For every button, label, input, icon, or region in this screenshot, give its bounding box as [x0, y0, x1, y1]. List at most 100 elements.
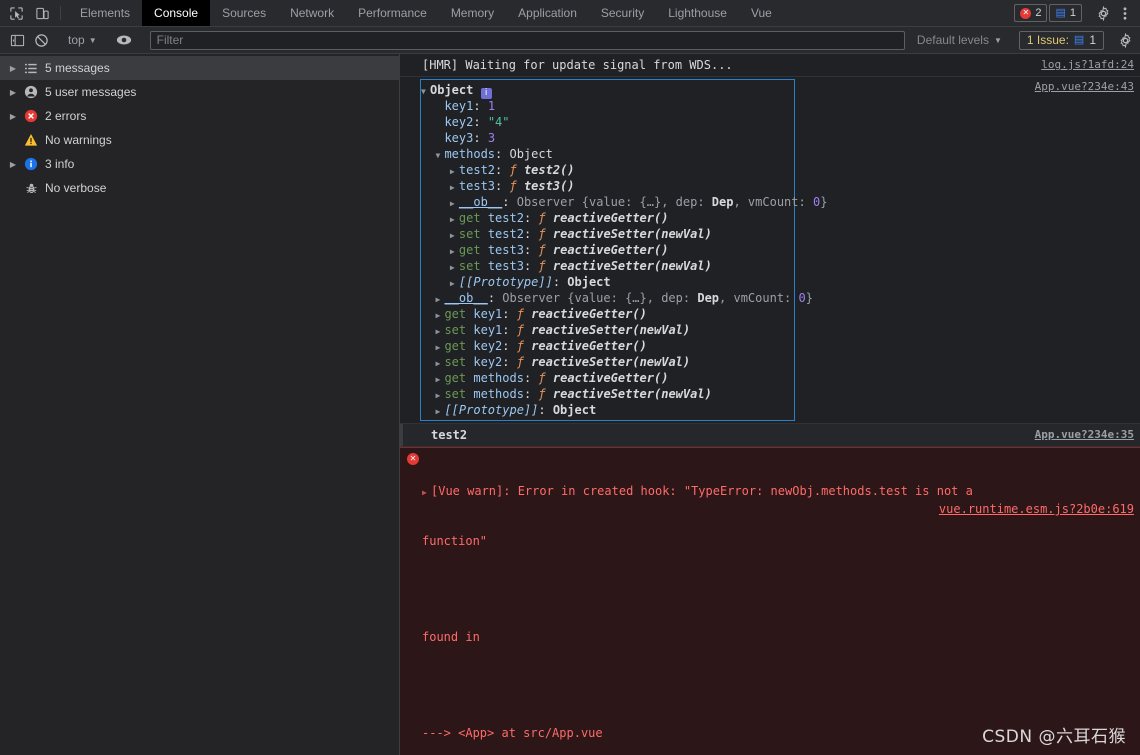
tab-sources[interactable]: Sources	[210, 0, 278, 26]
message-count-badge[interactable]: ▤ 1	[1049, 4, 1082, 22]
property-value: reactiveGetter()	[545, 211, 669, 225]
chevron-right-icon[interactable]: ▶	[6, 88, 20, 97]
property-value: Object	[509, 147, 553, 161]
function-glyph-icon: ƒ	[538, 227, 546, 241]
sidebar-item-user-messages[interactable]: ▶ 5 user messages	[0, 80, 399, 104]
property-key: __ob__	[458, 195, 503, 209]
property-value: "4"	[487, 115, 510, 129]
object-tree-row[interactable]: ▶ [[Prototype]]: Object	[421, 274, 794, 290]
tab-console[interactable]: Console	[142, 0, 211, 26]
object-tree-row[interactable]: ▶ set test3: ƒ reactiveSetter(newVal)	[421, 258, 794, 274]
sidebar-item-label: 2 errors	[45, 109, 87, 123]
key-separator: :	[502, 339, 517, 353]
console-message-object[interactable]: App.vue?234e:43 ▼ Object i key1: 1 key2: …	[400, 77, 1140, 424]
sidebar-item-warnings[interactable]: No warnings	[0, 128, 399, 152]
object-tree-row[interactable]: ▶ get test2: ƒ reactiveGetter()	[421, 210, 794, 226]
sidebar-item-info[interactable]: ▶ 3 info	[0, 152, 399, 176]
sidebar-item-errors[interactable]: ▶ 2 errors	[0, 104, 399, 128]
property-value: reactiveGetter()	[523, 307, 647, 321]
property-value: reactiveGetter()	[545, 243, 669, 257]
tab-label: Network	[290, 6, 335, 20]
sidebar-item-messages[interactable]: ▶ 5 messages	[0, 56, 399, 80]
object-tree-row[interactable]: ▶ set key1: ƒ reactiveSetter(newVal)	[421, 322, 794, 338]
vue-warn-first-line: ▶ [Vue warn]: Error in created hook: "Typ…	[422, 483, 1134, 516]
devtools-tabbar: Elements Console Sources Network Perform…	[0, 0, 1140, 27]
object-tree-row[interactable]: key1: 1	[421, 98, 794, 114]
error-count-badge[interactable]: ✕ 2	[1014, 4, 1048, 22]
property-key: key2	[444, 115, 474, 129]
chevron-right-icon[interactable]: ▶	[6, 112, 20, 121]
source-link[interactable]: App.vue?234e:35	[1035, 427, 1134, 443]
property-key: test3	[487, 243, 524, 257]
vue-warn-line	[422, 677, 1134, 693]
accessor-keyword: set	[458, 259, 481, 273]
live-expression-eye-icon[interactable]	[113, 29, 135, 51]
object-tree-row[interactable]: ▶ __ob__: Observer {value: {…}, dep: Dep,…	[421, 290, 813, 306]
console-settings-gear-icon[interactable]	[1115, 30, 1135, 50]
error-count-label: 2	[1035, 7, 1042, 19]
property-key: methods	[473, 387, 524, 401]
property-value: test2()	[516, 163, 575, 177]
source-link[interactable]: App.vue?234e:43	[1035, 79, 1134, 95]
object-tree-row[interactable]: ▼ methods: Object	[421, 146, 794, 162]
object-tree-row[interactable]: ▶ __ob__: Observer {value: {…}, dep: Dep,…	[421, 194, 828, 210]
more-options-kebab-icon[interactable]	[1115, 3, 1135, 23]
tab-label: Console	[154, 6, 199, 20]
tab-memory[interactable]: Memory	[439, 0, 506, 26]
object-tree-row[interactable]: ▶ set methods: ƒ reactiveSetter(newVal)	[421, 386, 794, 402]
sidebar-item-label: No warnings	[45, 133, 112, 147]
object-tree-row[interactable]: ▶ get key2: ƒ reactiveGetter()	[421, 338, 794, 354]
vue-warn-line: found in	[422, 630, 480, 644]
object-tree-root[interactable]: ▼ Object i	[421, 82, 794, 99]
settings-gear-icon[interactable]	[1093, 3, 1113, 23]
tab-vue[interactable]: Vue	[739, 0, 784, 26]
filter-input[interactable]	[149, 30, 905, 50]
tab-label: Sources	[222, 6, 267, 20]
console-group-header[interactable]: test2 App.vue?234e:35	[400, 424, 1140, 447]
tab-lighthouse[interactable]: Lighthouse	[656, 0, 739, 26]
device-toolbar-icon[interactable]	[34, 5, 51, 22]
message-count-label: 1	[1069, 7, 1076, 19]
object-tree-row[interactable]: ▶ test3: ƒ test3()	[421, 178, 794, 194]
tab-network[interactable]: Network	[278, 0, 346, 26]
object-tree-row[interactable]: key3: 3	[421, 130, 794, 146]
property-key: test2	[487, 211, 524, 225]
tab-performance[interactable]: Performance	[346, 0, 439, 26]
log-levels-selector[interactable]: Default levels ▼	[913, 33, 1006, 47]
object-tree-row[interactable]: ▶ test2: ƒ test2()	[421, 162, 794, 178]
object-tree-row[interactable]: key2: "4"	[421, 114, 794, 130]
user-icon	[20, 85, 42, 99]
tab-application[interactable]: Application	[506, 0, 589, 26]
tabbar-divider	[60, 6, 61, 20]
console-message-list[interactable]: [HMR] Waiting for update signal from WDS…	[400, 54, 1140, 755]
issues-badge[interactable]: 1 Issue: ▤ 1	[1018, 30, 1104, 50]
source-link[interactable]: log.js?1afd:24	[1041, 57, 1134, 73]
console-message-vue-warn[interactable]: ✕ ▶ [Vue warn]: Error in created hook: "T…	[400, 447, 1140, 755]
toggle-console-sidebar-icon[interactable]	[6, 29, 28, 51]
property-key: methods	[473, 371, 524, 385]
object-tree-row[interactable]: ▶ get key1: ƒ reactiveGetter()	[421, 306, 794, 322]
object-tree-row[interactable]: ▶ set test2: ƒ reactiveSetter(newVal)	[421, 226, 794, 242]
property-key: test2	[487, 227, 524, 241]
execution-context-selector[interactable]: top ▼	[63, 30, 102, 50]
object-tree-row[interactable]: ▶ get test3: ƒ reactiveGetter()	[421, 242, 794, 258]
source-link[interactable]: vue.runtime.esm.js?2b0e:619	[939, 501, 1134, 517]
key-separator: :	[538, 403, 553, 417]
chevron-right-icon[interactable]: ▶	[422, 485, 431, 501]
chevron-right-icon[interactable]: ▶	[6, 64, 20, 73]
watermark-text: CSDN @六耳石猴	[982, 727, 1126, 747]
tab-security[interactable]: Security	[589, 0, 656, 26]
object-tree-row[interactable]: ▶ get methods: ƒ reactiveGetter()	[421, 370, 794, 386]
chevron-right-icon[interactable]: ▶	[6, 160, 20, 169]
key-separator: :	[502, 323, 517, 337]
object-tree-row[interactable]: ▶ [[Prototype]]: Object	[421, 402, 794, 418]
property-value: test3()	[516, 179, 575, 193]
inspect-element-icon[interactable]	[8, 5, 25, 22]
clear-console-icon[interactable]	[30, 29, 52, 51]
sidebar-item-verbose[interactable]: No verbose	[0, 176, 399, 200]
key-separator: :	[473, 99, 488, 113]
console-message-hmr[interactable]: [HMR] Waiting for update signal from WDS…	[400, 54, 1140, 77]
object-tree-row[interactable]: ▶ set key2: ƒ reactiveSetter(newVal)	[421, 354, 794, 370]
tab-elements[interactable]: Elements	[68, 0, 142, 26]
object-inspector[interactable]: ▼ Object i key1: 1 key2: "4" key3: 3 ▼ met…	[420, 79, 828, 421]
